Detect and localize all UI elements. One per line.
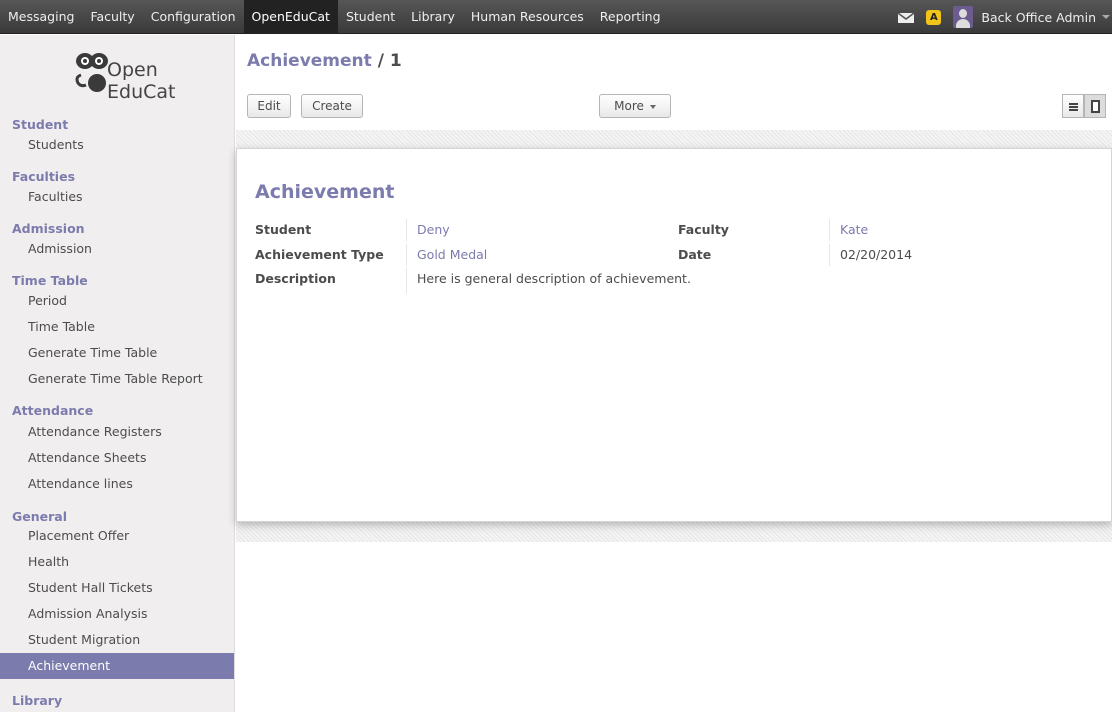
sidebar-section-student: Student <box>12 117 69 132</box>
form-sheet: Achievement Student Deny Faculty Kate Ac… <box>236 148 1112 522</box>
sidebar: Open EduCat Student Students Faculties F… <box>0 35 235 712</box>
menu-messaging[interactable]: Messaging <box>0 0 82 34</box>
achievement-type-label: Achievement Type <box>255 247 384 262</box>
top-right-area: A Back Office Admin <box>897 0 1112 34</box>
sidebar-item-health[interactable]: Health <box>0 549 234 575</box>
menu-faculty[interactable]: Faculty <box>82 0 142 34</box>
form-view-button[interactable] <box>1084 94 1106 118</box>
sidebar-item-attendance-lines[interactable]: Attendance lines <box>0 471 234 497</box>
form-view-icon <box>1091 100 1100 113</box>
sidebar-item-students[interactable]: Students <box>0 132 234 158</box>
breadcrumb: Achievement / 1 <box>247 51 402 71</box>
edit-button[interactable]: Edit <box>247 94 291 118</box>
sidebar-item-time-table[interactable]: Time Table <box>0 314 234 340</box>
chevron-down-icon <box>649 104 656 109</box>
list-view-icon <box>1069 103 1078 111</box>
sidebar-item-faculties[interactable]: Faculties <box>0 184 234 210</box>
menu-reporting[interactable]: Reporting <box>592 0 669 34</box>
list-view-button[interactable] <box>1062 94 1084 118</box>
sidebar-section-library: Library <box>12 693 63 708</box>
sidebar-item-admission[interactable]: Admission <box>0 236 234 262</box>
breadcrumb-separator: / <box>371 51 390 71</box>
breadcrumb-parent-link[interactable]: Achievement <box>247 51 372 71</box>
date-value: 02/20/2014 <box>829 244 912 266</box>
logo-text-open: Open <box>107 59 158 81</box>
top-navbar: Messaging Faculty Configuration OpenEduC… <box>0 0 1112 34</box>
more-button[interactable]: More <box>599 94 671 118</box>
avatar[interactable] <box>953 6 974 28</box>
description-value: Here is general description of achieveme… <box>406 268 691 294</box>
menu-configuration[interactable]: Configuration <box>143 0 244 34</box>
description-label: Description <box>255 271 336 286</box>
chevron-down-icon[interactable] <box>1102 15 1110 19</box>
sidebar-item-generate-time-table-report[interactable]: Generate Time Table Report <box>0 366 234 392</box>
sidebar-item-attendance-sheets[interactable]: Attendance Sheets <box>0 445 234 471</box>
warning-icon[interactable]: A <box>926 9 942 25</box>
form-title: Achievement <box>255 181 395 203</box>
owl-logo-icon <box>75 53 108 92</box>
envelope-icon[interactable] <box>897 12 915 23</box>
user-name[interactable]: Back Office Admin <box>981 10 1096 25</box>
date-label: Date <box>678 247 712 262</box>
sidebar-item-generate-time-table[interactable]: Generate Time Table <box>0 340 234 366</box>
faculty-label: Faculty <box>678 222 729 237</box>
menu-student[interactable]: Student <box>338 0 403 34</box>
sidebar-item-period[interactable]: Period <box>0 288 234 314</box>
sidebar-section-admission: Admission <box>12 221 85 236</box>
student-value-link[interactable]: Deny <box>406 219 450 241</box>
create-button[interactable]: Create <box>301 94 363 118</box>
student-label: Student <box>255 222 312 237</box>
achievement-type-value-link[interactable]: Gold Medal <box>406 244 487 266</box>
sidebar-item-attendance-registers[interactable]: Attendance Registers <box>0 419 234 445</box>
sidebar-section-attendance: Attendance <box>12 403 94 418</box>
openeducat-logo[interactable]: Open EduCat <box>75 45 185 105</box>
more-button-label: More <box>614 99 644 113</box>
top-menu: Messaging Faculty Configuration OpenEduC… <box>0 0 669 34</box>
faculty-value-link[interactable]: Kate <box>829 219 868 241</box>
breadcrumb-current: 1 <box>389 51 402 71</box>
menu-library[interactable]: Library <box>403 0 463 34</box>
sidebar-item-student-hall-tickets[interactable]: Student Hall Tickets <box>0 575 234 601</box>
sidebar-item-admission-analysis[interactable]: Admission Analysis <box>0 601 234 627</box>
sidebar-section-faculties: Faculties <box>12 169 76 184</box>
sidebar-section-general: General <box>12 509 67 524</box>
sidebar-item-achievement[interactable]: Achievement <box>0 653 234 679</box>
sidebar-section-time-table: Time Table <box>12 273 88 288</box>
menu-openeducat[interactable]: OpenEduCat <box>243 0 338 34</box>
sidebar-item-placement-offer[interactable]: Placement Offer <box>0 523 234 549</box>
menu-human-resources[interactable]: Human Resources <box>463 0 592 34</box>
logo-text-educat: EduCat <box>107 81 176 103</box>
view-switcher <box>1062 94 1112 118</box>
sidebar-item-student-migration[interactable]: Student Migration <box>0 627 234 653</box>
